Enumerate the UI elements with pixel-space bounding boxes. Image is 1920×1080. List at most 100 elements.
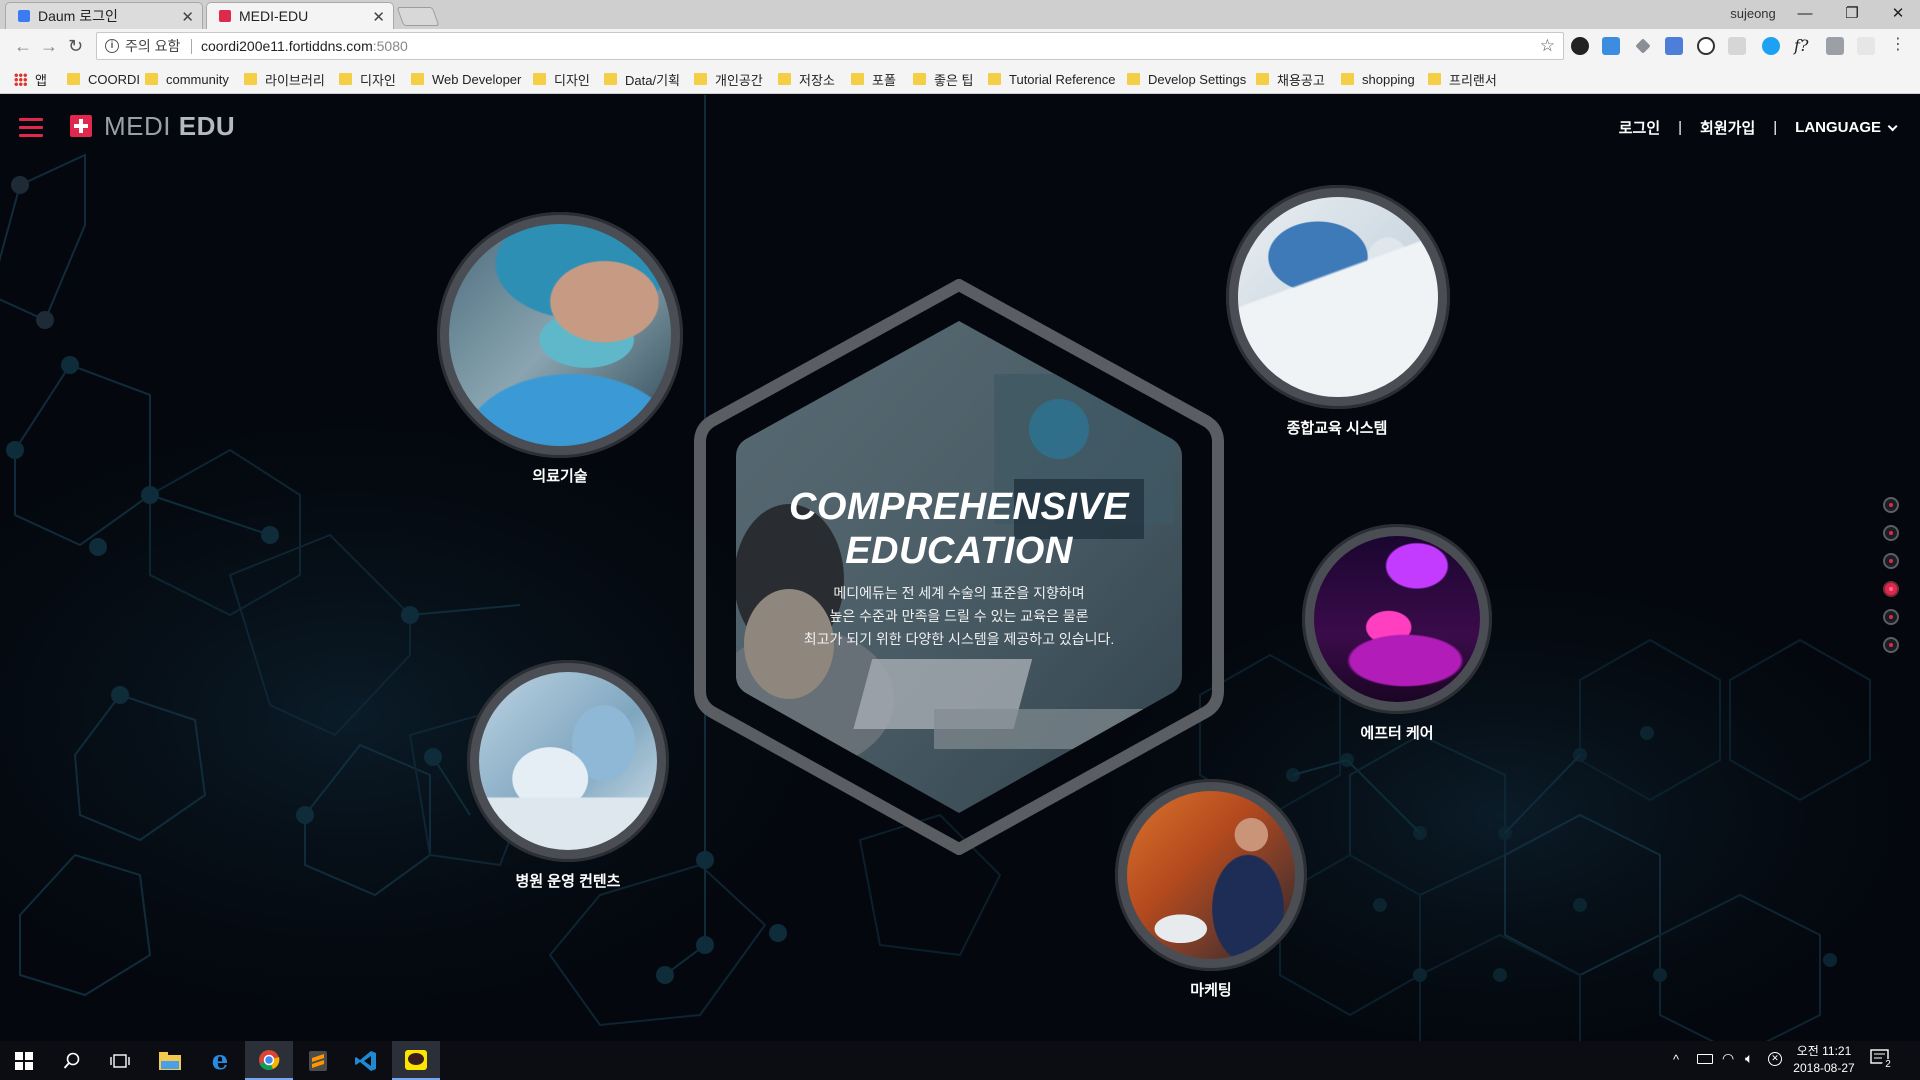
category-marketing[interactable] [1115, 779, 1307, 971]
category-label[interactable]: 종합교육 시스템 [1227, 417, 1447, 438]
taskbar-file-explorer[interactable] [146, 1041, 194, 1080]
surgeon-photo-icon [449, 224, 671, 446]
bookmark-folder[interactable]: 채용공고 [1256, 70, 1325, 88]
language-label: LANGUAGE [1795, 119, 1881, 136]
login-link[interactable]: 로그인 [1619, 117, 1660, 138]
grid-extension-icon[interactable] [1857, 37, 1875, 55]
pager-dot[interactable] [1883, 525, 1899, 541]
folder-icon [159, 1051, 181, 1070]
sync-extension-icon[interactable] [1697, 37, 1715, 55]
nav-divider: | [1678, 119, 1683, 136]
taskbar-kakaotalk[interactable] [392, 1041, 440, 1080]
ex-extension-icon[interactable] [1728, 37, 1746, 55]
hamburger-menu-icon[interactable] [19, 118, 43, 137]
close-window-icon[interactable]: ✕ [1878, 3, 1918, 25]
taskbar-chrome[interactable] [245, 1041, 293, 1080]
category-medical-tech[interactable] [437, 212, 683, 458]
wifi-icon[interactable]: ◠ [1722, 1050, 1734, 1067]
medical-cross-logo-icon[interactable] [70, 115, 92, 137]
category-label[interactable]: 마케팅 [1101, 979, 1321, 1000]
site-logo[interactable]: MEDI EDU [104, 111, 235, 142]
bookmark-folder[interactable]: Web Developer [411, 70, 521, 88]
restore-icon[interactable]: ❐ [1832, 3, 1872, 25]
logo-bold: EDU [178, 111, 236, 141]
back-icon[interactable]: ← [14, 35, 32, 57]
taskbar-vscode[interactable] [342, 1041, 390, 1080]
info-extension-icon[interactable] [1826, 37, 1844, 55]
bookmark-folder[interactable]: 좋은 팁 [913, 70, 974, 88]
bookmark-folder[interactable]: community [145, 70, 229, 88]
bookmark-label: 라이브러리 [265, 72, 325, 88]
category-after-care[interactable] [1302, 524, 1492, 714]
category-education-system[interactable] [1226, 185, 1450, 409]
bookmark-folder[interactable]: Data/기획 [604, 70, 680, 88]
category-hospital-operations[interactable] [467, 660, 669, 862]
forward-icon[interactable]: → [40, 35, 58, 57]
bookmark-label: Web Developer [432, 71, 522, 87]
taskbar-clock[interactable]: 오전 11:21 2018-08-27 [1784, 1043, 1864, 1077]
omnibox-separator [191, 39, 192, 54]
bookmark-folder[interactable]: 저장소 [778, 70, 835, 88]
pager-dot[interactable] [1883, 553, 1899, 569]
task-view-button[interactable] [96, 1041, 144, 1080]
translate-extension-icon[interactable] [1665, 37, 1683, 55]
search-button[interactable] [48, 1041, 96, 1080]
blue-extension-icon[interactable] [1762, 37, 1780, 55]
download-extension-icon[interactable] [1602, 37, 1620, 55]
font-extension-icon[interactable]: f? [1794, 37, 1812, 55]
bookmark-folder[interactable]: 개인공간 [694, 70, 763, 88]
pager-dot[interactable] [1883, 497, 1899, 513]
bookmark-folder[interactable]: 라이브러리 [244, 70, 325, 88]
bookmark-folder[interactable]: Develop Settings [1127, 70, 1246, 88]
bookmark-star-icon[interactable]: ☆ [1540, 33, 1555, 59]
bookmark-label: 채용공고 [1277, 72, 1325, 88]
close-tab-icon[interactable]: ✕ [181, 8, 194, 26]
apps-grid-icon [14, 72, 27, 86]
volume-icon[interactable]: 🔈︎ [1745, 1050, 1753, 1067]
show-hidden-icons-icon[interactable]: ^ [1673, 1052, 1679, 1067]
category-label[interactable]: 병원 운영 컨텐츠 [458, 870, 678, 891]
language-dropdown[interactable]: LANGUAGE [1795, 119, 1898, 136]
bookmark-apps[interactable]: 앱 [14, 70, 47, 88]
bookmark-label: shopping [1362, 71, 1415, 87]
hero-title-line: EDUCATION [845, 530, 1073, 572]
bookmark-label: 개인공간 [715, 72, 763, 88]
signup-link[interactable]: 회원가입 [1700, 117, 1755, 138]
start-button[interactable] [0, 1041, 48, 1080]
url-host: coordi200e11.fortiddns.com [201, 38, 373, 54]
battery-icon[interactable] [1697, 1054, 1713, 1064]
pager-dot[interactable] [1883, 637, 1899, 653]
nav-divider: | [1773, 119, 1778, 136]
clock-time: 오전 11:21 [1796, 1044, 1852, 1058]
logo-light: MEDI [104, 111, 171, 141]
new-tab-button[interactable] [396, 7, 440, 26]
bookmark-label: 좋은 팁 [934, 72, 974, 88]
bookmark-folder[interactable]: 포폴 [851, 70, 896, 88]
info-icon[interactable]: i [105, 39, 119, 53]
tab-title: Daum 로그인 [38, 8, 118, 24]
menu-kebab-icon[interactable]: ⋮ [1890, 37, 1906, 55]
tab-medi-edu[interactable]: MEDI-EDU ✕ [206, 2, 394, 29]
category-label[interactable]: 의료기술 [450, 465, 670, 486]
bookmark-folder[interactable]: COORDI [67, 70, 140, 88]
bookmark-folder[interactable]: shopping [1341, 70, 1415, 88]
minimize-icon[interactable]: — [1785, 3, 1825, 25]
bookmark-folder[interactable]: Tutorial Reference [988, 70, 1115, 88]
close-tab-icon[interactable]: ✕ [372, 8, 385, 26]
extension-circle-icon[interactable] [1571, 37, 1589, 55]
profile-button[interactable]: sujeong [1722, 4, 1784, 24]
url-input[interactable]: i 주의 요함 coordi200e11.fortiddns.com:5080 … [96, 32, 1564, 60]
bookmark-folder[interactable]: 프리랜서 [1428, 70, 1497, 88]
bookmark-folder[interactable]: 디자인 [339, 70, 396, 88]
action-center-button[interactable]: 2 [1870, 1049, 1894, 1071]
pager-dot-active[interactable] [1883, 581, 1899, 597]
tab-title: MEDI-EDU [239, 8, 309, 24]
taskbar-sublime-text[interactable] [294, 1041, 342, 1080]
pager-dot[interactable] [1883, 609, 1899, 625]
reload-icon[interactable]: ↻ [68, 35, 83, 57]
bookmark-folder[interactable]: 디자인 [533, 70, 590, 88]
taskbar-internet-explorer[interactable]: e [196, 1041, 244, 1080]
tab-daum-login[interactable]: Daum 로그인 ✕ [5, 2, 203, 29]
network-disconnected-icon[interactable]: ✕ [1768, 1052, 1782, 1066]
category-label[interactable]: 에프터 케어 [1287, 722, 1507, 743]
